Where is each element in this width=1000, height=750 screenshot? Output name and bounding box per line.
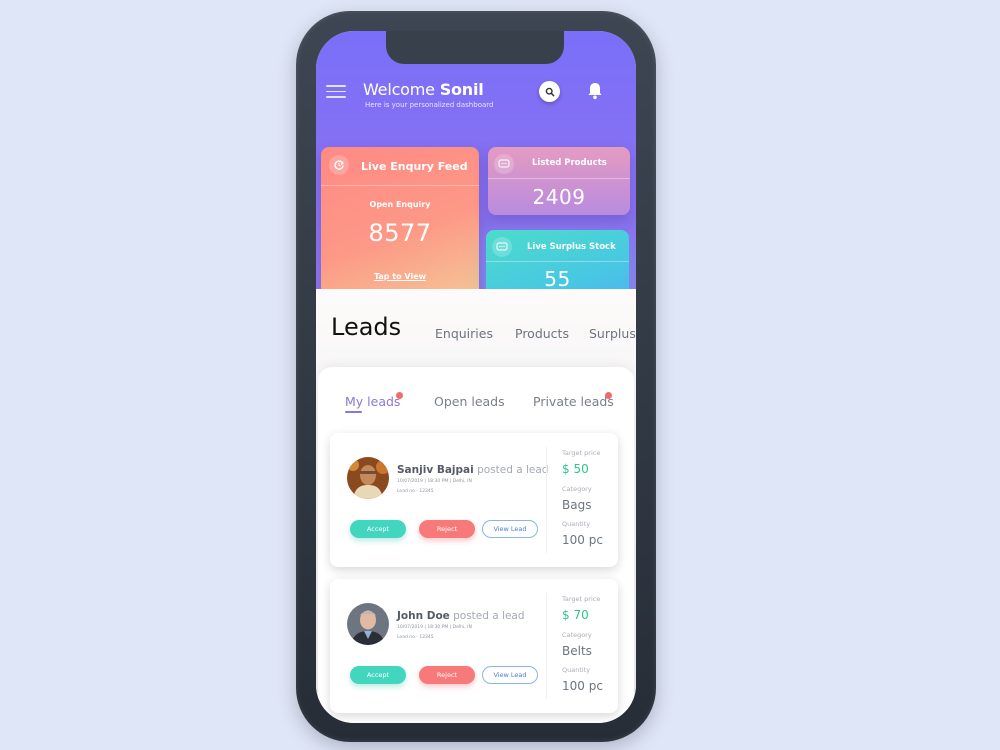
lead-meta: 10/07/2019 | 18:30 PM | Delhi, IN: [397, 479, 472, 484]
category-value: Bags: [562, 498, 592, 512]
bell-icon: [588, 83, 602, 100]
leads-panel: My leads Open leads Private leads Sanjiv…: [318, 367, 634, 723]
target-price-label: Target price: [562, 449, 601, 457]
target-price-label: Target price: [562, 595, 601, 603]
view-lead-button[interactable]: View Lead: [482, 666, 538, 684]
live-surplus-stock-card[interactable]: Live Surplus Stock 55: [486, 230, 629, 298]
tab-products[interactable]: Products: [515, 326, 569, 341]
person-photo-icon: [347, 457, 389, 499]
person-photo-icon: [347, 603, 389, 645]
card-divider: [486, 261, 629, 262]
live-enquiry-card[interactable]: Live Enqury Feed Open Enquiry 8577 Tap t…: [321, 147, 479, 297]
live-surplus-stock-title: Live Surplus Stock: [527, 242, 616, 252]
search-icon: [545, 87, 554, 96]
lead-title: John Doe posted a lead: [397, 610, 525, 622]
card-divider: [488, 178, 630, 179]
search-button[interactable]: [539, 81, 560, 102]
enquiry-card-title: Live Enqury Feed: [361, 160, 468, 173]
dashboard-header: Welcome Sonil Here is your personalized …: [316, 31, 636, 298]
subtab-my-leads[interactable]: My leads: [345, 394, 400, 409]
welcome-title: Welcome Sonil: [363, 80, 484, 99]
lead-card[interactable]: John Doe posted a lead 10/07/2019 | 18:3…: [330, 579, 618, 713]
quantity-label: Quantity: [562, 666, 591, 674]
quantity-label: Quantity: [562, 520, 591, 528]
chat-icon: [492, 237, 512, 257]
tab-enquiries[interactable]: Enquiries: [435, 326, 493, 341]
listed-products-count: 2409: [532, 185, 586, 209]
listed-products-card[interactable]: Listed Products 2409: [488, 147, 630, 215]
reject-button[interactable]: Reject: [419, 666, 475, 684]
tap-to-view-link[interactable]: Tap to View: [321, 272, 479, 281]
quantity-value: 100 pc: [562, 679, 603, 693]
target-price-value: $ 70: [562, 608, 589, 622]
quantity-value: 100 pc: [562, 533, 603, 547]
view-lead-button[interactable]: View Lead: [482, 520, 538, 538]
lead-poster-name: John Doe: [397, 610, 450, 622]
divider: [546, 593, 547, 699]
reject-button[interactable]: Reject: [419, 520, 475, 538]
hamburger-menu-icon[interactable]: [326, 85, 346, 99]
avatar: [347, 603, 389, 645]
lead-meta: 10/07/2019 | 18:30 PM | Delhi, IN: [397, 625, 472, 630]
card-divider: [321, 185, 479, 186]
accept-button[interactable]: Accept: [350, 666, 406, 684]
active-tab-indicator: [345, 411, 362, 413]
open-enquiry-count: 8577: [368, 219, 432, 247]
welcome-subtitle: Here is your personalized dashboard: [365, 101, 494, 109]
category-value: Belts: [562, 644, 592, 658]
category-label: Category: [562, 485, 592, 493]
phone-frame: Welcome Sonil Here is your personalized …: [296, 11, 656, 742]
subtab-private-leads[interactable]: Private leads: [533, 394, 614, 409]
private-leads-badge: [605, 392, 612, 399]
open-enquiry-label: Open Enquiry: [369, 200, 431, 209]
leads-title: Leads: [331, 313, 402, 341]
lead-poster-name: Sanjiv Bajpai: [397, 464, 474, 476]
avatar: [347, 457, 389, 499]
tab-surplus[interactable]: Surplus: [589, 326, 636, 341]
lead-action: posted a lead: [477, 464, 549, 476]
live-surplus-stock-count: 55: [544, 267, 571, 291]
listed-products-title: Listed Products: [532, 158, 607, 168]
my-leads-badge: [396, 392, 403, 399]
refresh-icon: [329, 155, 349, 175]
lead-title: Sanjiv Bajpai posted a lead: [397, 464, 548, 476]
category-label: Category: [562, 631, 592, 639]
accept-button[interactable]: Accept: [350, 520, 406, 538]
lead-number: Lead no - 12345: [397, 489, 434, 494]
notification-button[interactable]: [586, 81, 604, 101]
phone-notch: [386, 31, 564, 64]
welcome-prefix: Welcome: [363, 80, 435, 99]
subtab-open-leads[interactable]: Open leads: [434, 394, 505, 409]
divider: [546, 447, 547, 553]
chat-icon: [494, 154, 514, 174]
leads-section: Leads Enquiries Products Surplus My lead…: [316, 289, 636, 723]
lead-number: Lead no - 12345: [397, 635, 434, 640]
lead-card[interactable]: Sanjiv Bajpai posted a lead 10/07/2019 |…: [330, 433, 618, 567]
user-name: Sonil: [439, 80, 484, 99]
lead-action: posted a lead: [453, 610, 525, 622]
phone-screen: Welcome Sonil Here is your personalized …: [316, 31, 636, 723]
target-price-value: $ 50: [562, 462, 589, 476]
